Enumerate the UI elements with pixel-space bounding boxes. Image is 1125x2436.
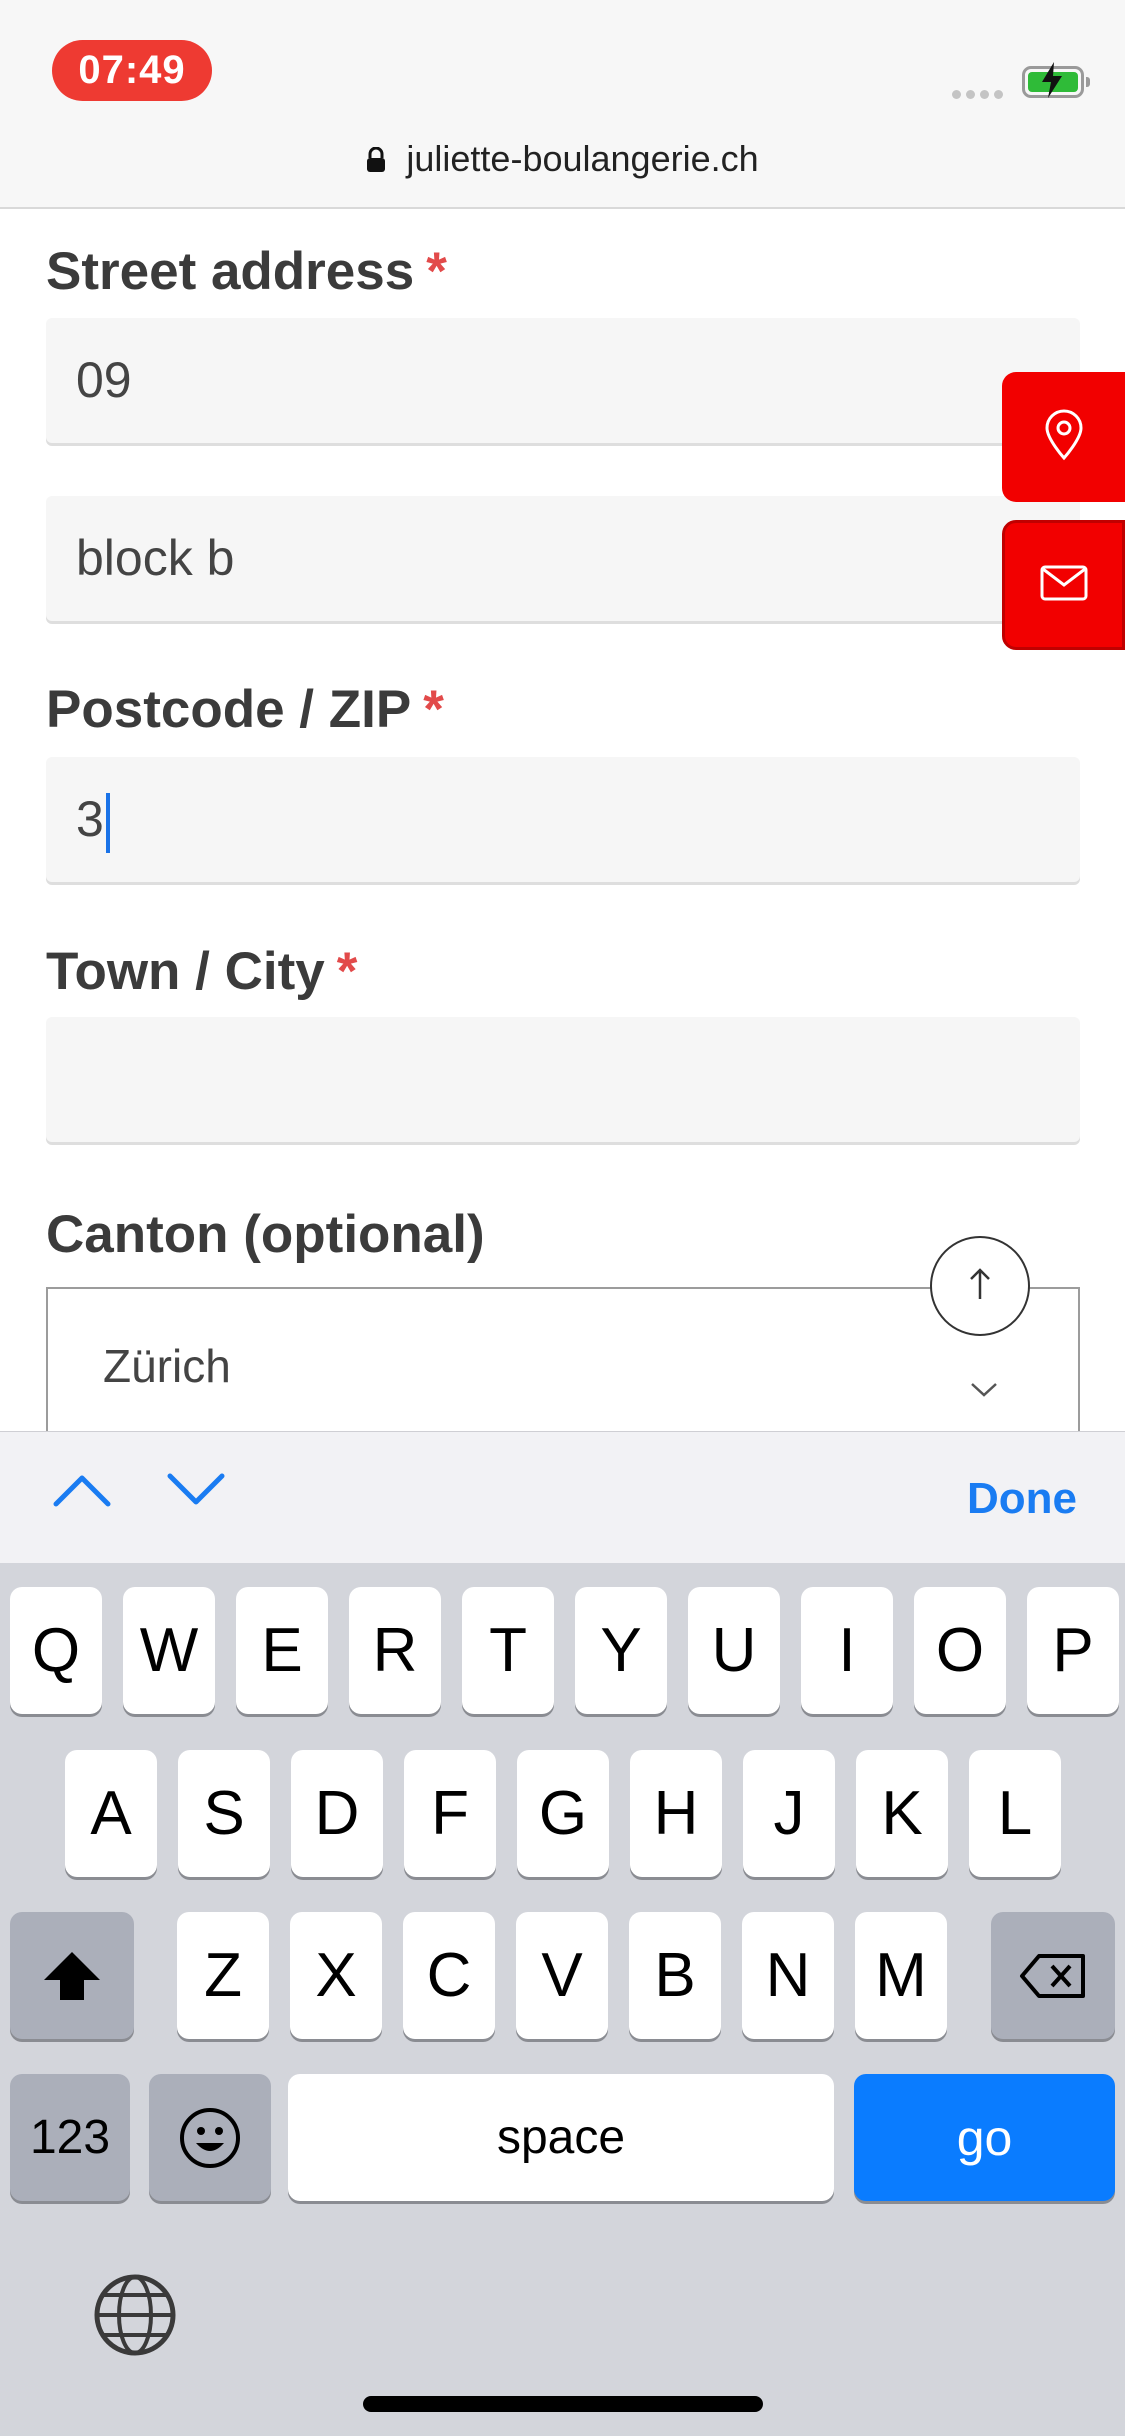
key-y[interactable]: Y: [575, 1587, 667, 1714]
keyboard-accessory-bar: Done: [0, 1431, 1125, 1564]
street-address-line1-input[interactable]: 09: [46, 318, 1080, 443]
canton-label-text: Canton: [46, 1205, 229, 1264]
key-c[interactable]: C: [403, 1912, 495, 2039]
key-a[interactable]: A: [65, 1750, 157, 1877]
backspace-icon: [1020, 1953, 1085, 1998]
key-t[interactable]: T: [462, 1587, 554, 1714]
chevron-down-icon: [970, 1355, 998, 1409]
key-m[interactable]: M: [855, 1912, 947, 2039]
canton-label: Canton (optional): [46, 1204, 485, 1265]
scroll-to-top-button[interactable]: [930, 1236, 1030, 1336]
email-button[interactable]: [1002, 520, 1125, 650]
key-u[interactable]: U: [688, 1587, 780, 1714]
city-label: Town / City *: [46, 941, 357, 1002]
home-indicator: [363, 2396, 763, 2412]
space-key[interactable]: space: [288, 2074, 834, 2201]
shift-key[interactable]: [10, 1912, 134, 2039]
battery-charging-icon: [1022, 62, 1090, 98]
lock-icon: [366, 140, 386, 182]
url-bar[interactable]: juliette-boulangerie.ch: [0, 138, 1125, 182]
canton-select[interactable]: Zürich: [46, 1287, 1080, 1431]
arrow-up-icon: [969, 1267, 991, 1306]
emoji-icon: [180, 2107, 240, 2168]
key-f[interactable]: F: [404, 1750, 496, 1877]
key-h[interactable]: H: [630, 1750, 722, 1877]
key-k[interactable]: K: [856, 1750, 948, 1877]
street-address-line2-input[interactable]: block b: [46, 496, 1080, 621]
text-caret: [105, 792, 110, 853]
street-address-label: Street address *: [46, 241, 447, 302]
optional-text: (optional): [243, 1205, 485, 1264]
key-w[interactable]: W: [123, 1587, 215, 1714]
key-e[interactable]: E: [236, 1587, 328, 1714]
shift-icon: [44, 1951, 100, 2000]
status-time: 07:49: [52, 40, 212, 101]
numbers-key[interactable]: 123: [10, 2074, 130, 2201]
key-i[interactable]: I: [801, 1587, 893, 1714]
browser-top-bar: 07:49 juliette-boulangerie.ch: [0, 0, 1125, 209]
key-x[interactable]: X: [290, 1912, 382, 2039]
checkout-form: Street address * 09 block b Postcode / ZI…: [0, 209, 1125, 1431]
key-l[interactable]: L: [969, 1750, 1061, 1877]
street-address-label-text: Street address: [46, 242, 415, 301]
emoji-key[interactable]: [149, 2074, 271, 2201]
key-o[interactable]: O: [914, 1587, 1006, 1714]
map-pin-icon: [1043, 409, 1085, 466]
required-asterisk: *: [336, 942, 358, 1001]
globe-icon[interactable]: [93, 2273, 177, 2362]
key-j[interactable]: J: [743, 1750, 835, 1877]
key-q[interactable]: Q: [10, 1587, 102, 1714]
url-domain: juliette-boulangerie.ch: [406, 138, 759, 179]
postcode-input[interactable]: 3: [46, 757, 1080, 882]
key-g[interactable]: G: [517, 1750, 609, 1877]
required-asterisk: *: [423, 680, 444, 739]
key-d[interactable]: D: [291, 1750, 383, 1877]
done-button[interactable]: Done: [967, 1474, 1077, 1524]
postcode-label: Postcode / ZIP *: [46, 679, 444, 740]
key-p[interactable]: P: [1027, 1587, 1119, 1714]
next-field-chevron-down-icon[interactable]: [166, 1472, 226, 1513]
required-asterisk: *: [426, 242, 447, 301]
key-v[interactable]: V: [516, 1912, 608, 2039]
backspace-key[interactable]: [991, 1912, 1115, 2039]
postcode-label-text: Postcode / ZIP: [46, 680, 412, 739]
key-z[interactable]: Z: [177, 1912, 269, 2039]
key-s[interactable]: S: [178, 1750, 270, 1877]
mail-icon: [1040, 565, 1088, 606]
go-key[interactable]: go: [854, 2074, 1115, 2201]
key-r[interactable]: R: [349, 1587, 441, 1714]
city-label-text: Town / City: [46, 942, 325, 1001]
postcode-input-value: 3: [76, 791, 104, 847]
location-button[interactable]: [1002, 372, 1125, 502]
key-n[interactable]: N: [742, 1912, 834, 2039]
city-input[interactable]: [46, 1017, 1080, 1142]
signal-icon: [952, 86, 1008, 104]
previous-field-chevron-up-icon[interactable]: [52, 1472, 112, 1513]
canton-select-value: Zürich: [103, 1340, 231, 1392]
key-b[interactable]: B: [629, 1912, 721, 2039]
